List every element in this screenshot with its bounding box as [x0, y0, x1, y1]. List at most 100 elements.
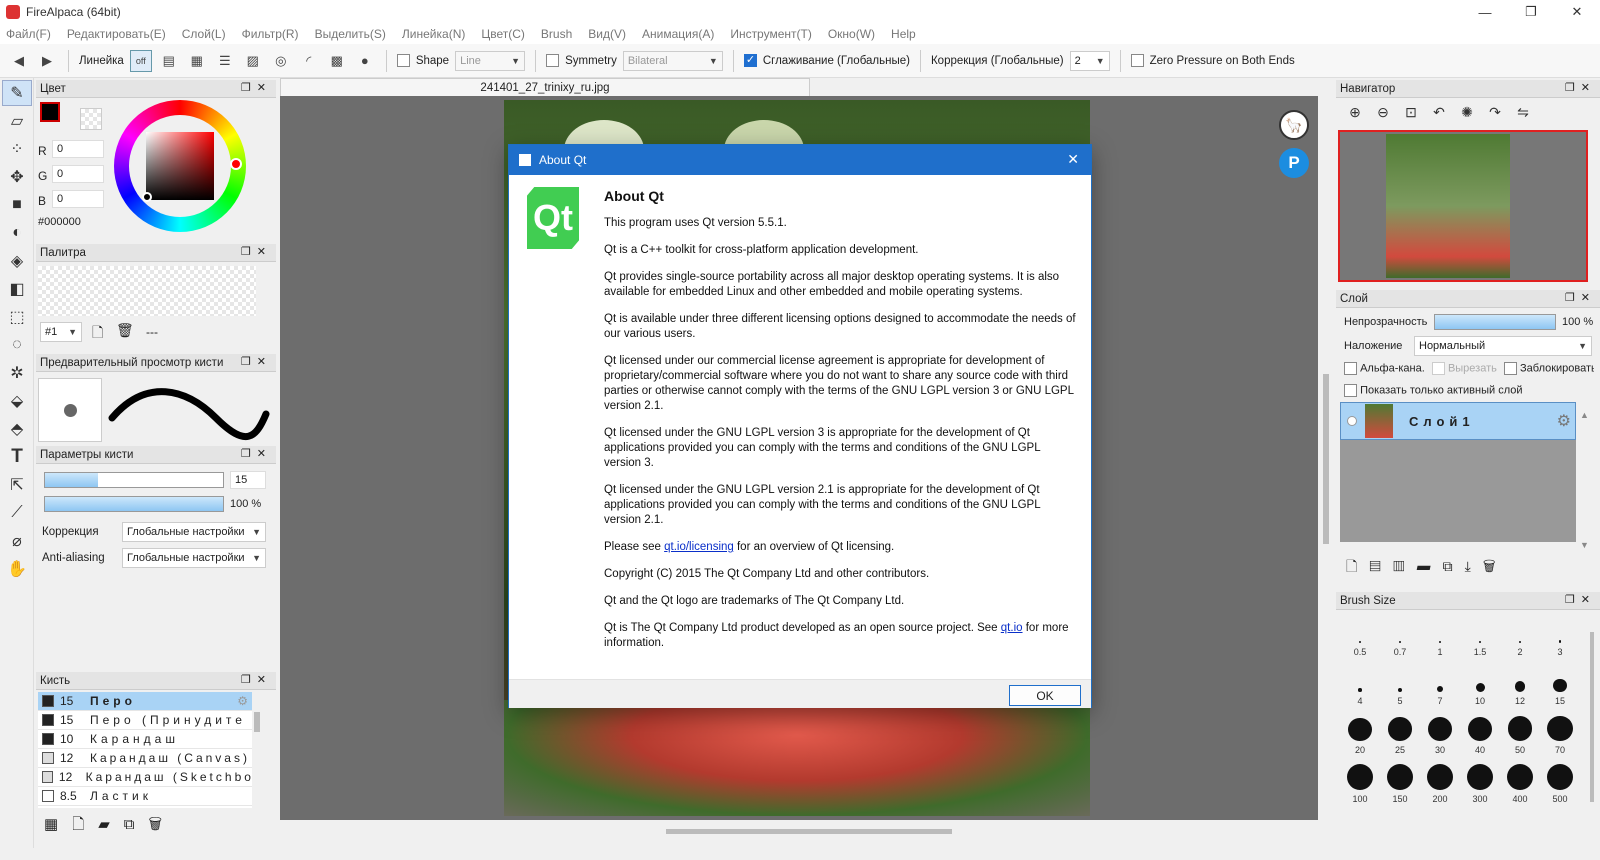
brush-opacity-slider[interactable]	[44, 496, 224, 512]
canvas-horizontal-scrollbar[interactable]	[666, 829, 952, 834]
dot-tool-icon[interactable]: ⁘	[2, 136, 32, 162]
blend-dropdown[interactable]: Нормальный ▼	[1414, 336, 1592, 356]
hand-tool-icon[interactable]: ✋	[2, 556, 32, 582]
canvas-vertical-scrollbar[interactable]	[1323, 374, 1329, 544]
ruler-concentric-icon[interactable]: ◎	[270, 50, 292, 72]
panel-float-close-icon[interactable]: ❐✕	[241, 447, 272, 460]
new-8bit-layer-icon[interactable]: ▤	[1369, 558, 1393, 574]
minimize-button[interactable]: —	[1462, 0, 1508, 24]
close-icon[interactable]: ✕	[1067, 151, 1079, 168]
brush-size-cell[interactable]: 2	[1500, 610, 1540, 659]
menu-filter[interactable]: Фильтр(R)	[242, 27, 299, 41]
zero-pressure-checkbox[interactable]	[1130, 54, 1144, 67]
alpha-lock-checkbox[interactable]	[1344, 362, 1357, 375]
new-1bit-layer-icon[interactable]: ▥	[1393, 558, 1417, 574]
correction-param-dropdown[interactable]: Глобальные настройки ▼	[122, 522, 266, 542]
bucket-tool-icon[interactable]: ◈	[2, 248, 32, 274]
ruler-vanish-icon[interactable]: ▩	[326, 50, 348, 72]
scroll-down-icon[interactable]: ▼	[1580, 540, 1589, 550]
ok-button[interactable]: OK	[1009, 685, 1081, 706]
menu-tool[interactable]: Инструмент(T)	[730, 27, 812, 41]
new-palette-icon[interactable]: 🗋	[92, 322, 103, 346]
select-eraser-icon[interactable]: ⬘	[2, 416, 32, 442]
list-item[interactable]: 15 Перо ⚙	[38, 692, 252, 711]
brush-size-scrollbar[interactable]	[1590, 632, 1594, 802]
brush-size-cell[interactable]: 20	[1340, 708, 1380, 757]
brush-settings-icon[interactable]: ▦	[44, 816, 72, 833]
rotate-left-icon[interactable]: ↶	[1428, 104, 1450, 121]
list-item[interactable]: 12Карандаш (Sketchbook	[38, 768, 252, 787]
panel-float-close-icon[interactable]: ❐✕	[1565, 593, 1596, 606]
qt-io-link[interactable]: qt.io	[1001, 622, 1023, 634]
menu-view[interactable]: Вид(V)	[588, 27, 626, 41]
g-input[interactable]: 0	[52, 165, 104, 183]
clipping-checkbox[interactable]	[1431, 362, 1445, 375]
panel-float-close-icon[interactable]: ❐✕	[241, 81, 272, 94]
zoom-out-icon[interactable]: ⊖	[1372, 104, 1394, 121]
brush-size-cell[interactable]: 70	[1540, 708, 1580, 757]
lock-checkbox[interactable]	[1503, 362, 1517, 375]
gear-icon[interactable]: ⚙	[237, 694, 248, 708]
brush-size-cell[interactable]: 300	[1460, 757, 1500, 806]
folder-icon[interactable]: ▰	[98, 816, 124, 833]
brush-size-cell[interactable]: 1.5	[1460, 610, 1500, 659]
ruler-cross-icon[interactable]: ☰	[214, 50, 236, 72]
ruler-perspective-icon[interactable]: ▨	[242, 50, 264, 72]
palette-page-dropdown[interactable]: #1 ▼	[40, 322, 82, 342]
panel-float-close-icon[interactable]: ❐✕	[241, 355, 272, 368]
fill-tool-icon[interactable]: ◧	[2, 276, 32, 302]
scroll-up-icon[interactable]: ▲	[1580, 410, 1589, 420]
ruler-dot-icon[interactable]: ●	[354, 50, 376, 72]
brush-size-cell[interactable]: 3	[1540, 610, 1580, 659]
brush-size-cell[interactable]: 50	[1500, 708, 1540, 757]
rotate-right-icon[interactable]: ↷	[1484, 104, 1506, 121]
delete-brush-icon[interactable]: 🗑	[149, 816, 177, 833]
menu-window[interactable]: Окно(W)	[828, 27, 875, 41]
brush-size-value[interactable]: 15	[230, 471, 266, 489]
ruler-parallel-icon[interactable]: ▤	[158, 50, 180, 72]
brush-size-cell[interactable]: 30	[1420, 708, 1460, 757]
hue-wheel[interactable]	[114, 100, 246, 232]
shape-checkbox[interactable]	[396, 54, 410, 67]
list-item[interactable]: 15 Перо (Принудите	[38, 711, 252, 730]
brush-size-cell[interactable]: 400	[1500, 757, 1540, 806]
eyedropper-icon[interactable]: ⌀	[2, 528, 32, 554]
menu-file[interactable]: Файл(F)	[6, 27, 51, 41]
ruler-curve-icon[interactable]: ◜	[298, 50, 320, 72]
saturation-value-square[interactable]	[146, 132, 214, 200]
rectangle-tool-icon[interactable]: ■	[2, 192, 32, 218]
gear-icon[interactable]: ⚙	[1557, 411, 1571, 431]
close-button[interactable]: ✕	[1554, 0, 1600, 24]
maximize-button[interactable]: ❐	[1508, 0, 1554, 24]
ruler-off-icon[interactable]: off	[129, 49, 152, 72]
move-tool-icon[interactable]: ✥	[2, 164, 32, 190]
merge-down-icon[interactable]: ⤓	[1465, 558, 1483, 574]
brush-size-cell[interactable]: 25	[1380, 708, 1420, 757]
menu-ruler[interactable]: Линейка(N)	[402, 27, 465, 41]
patreon-icon[interactable]: P	[1279, 148, 1309, 178]
delete-layer-icon[interactable]: 🗑	[1483, 558, 1508, 574]
operation-tool-icon[interactable]: ⇱	[2, 472, 32, 498]
lasso-tool-icon[interactable]: ◌	[2, 332, 32, 358]
new-layer-icon[interactable]: 🗋	[1346, 558, 1369, 574]
brush-size-slider[interactable]	[44, 472, 224, 488]
menu-help[interactable]: Help	[891, 27, 916, 41]
select-tool-icon[interactable]: ⬚	[2, 304, 32, 330]
sv-handle[interactable]	[142, 192, 152, 202]
undo-icon[interactable]: ◀	[8, 50, 30, 72]
panel-float-close-icon[interactable]: ❐✕	[1565, 291, 1596, 304]
text-tool-icon[interactable]: T	[2, 444, 32, 470]
brush-list-scrollbar[interactable]	[254, 712, 260, 732]
menu-animation[interactable]: Анимация(A)	[642, 27, 714, 41]
brush-size-cell[interactable]: 5	[1380, 659, 1420, 708]
magic-wand-icon[interactable]: ✲	[2, 360, 32, 386]
panel-float-close-icon[interactable]: ❐✕	[241, 245, 272, 258]
list-item[interactable]: 10 Карандаш	[38, 730, 252, 749]
panel-float-close-icon[interactable]: ❐✕	[1565, 81, 1596, 94]
brush-size-cell[interactable]: 0.7	[1380, 610, 1420, 659]
show-active-checkbox[interactable]	[1344, 384, 1357, 397]
b-input[interactable]: 0	[52, 190, 104, 208]
divide-tool-icon[interactable]: ⟋	[2, 500, 32, 526]
brush-size-cell[interactable]: 150	[1380, 757, 1420, 806]
brush-size-cell[interactable]: 10	[1460, 659, 1500, 708]
